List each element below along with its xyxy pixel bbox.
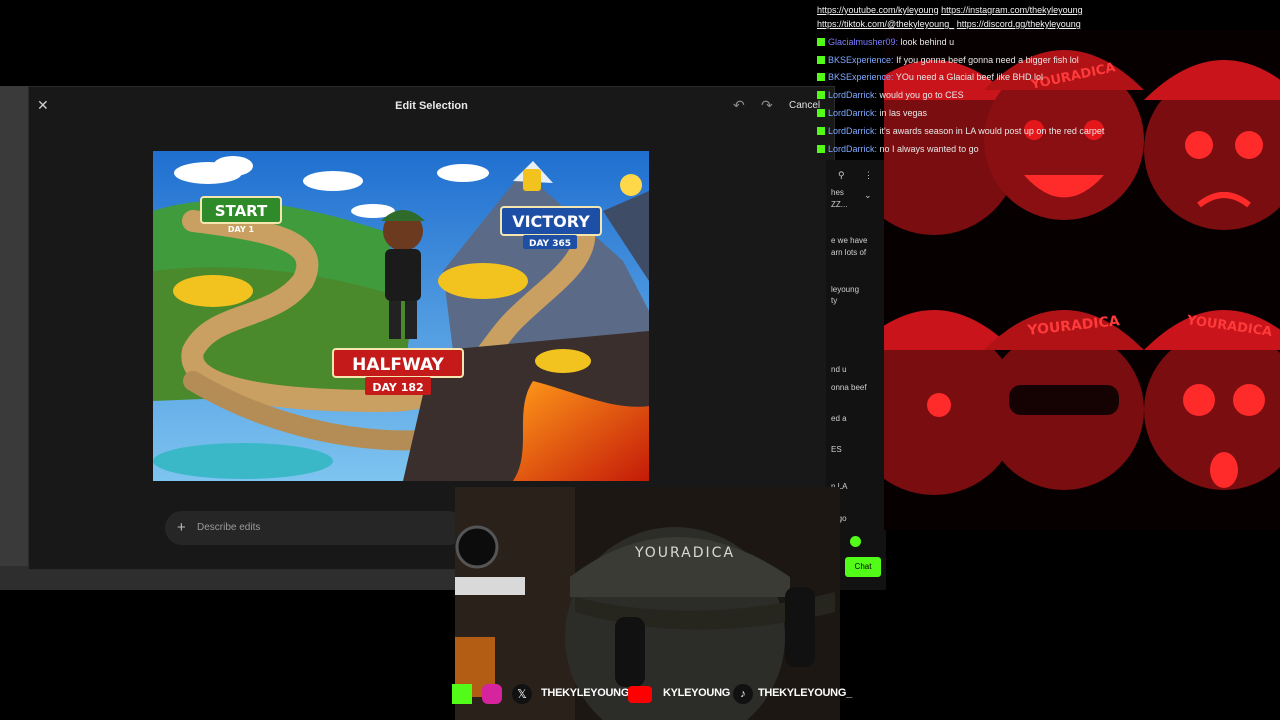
chat-link-row: https://youtube.com/kyleyoung https://in…	[817, 5, 1083, 15]
emote-face	[884, 310, 1280, 495]
kick-badge-icon	[817, 91, 825, 99]
chat-fragment: e we have	[831, 236, 868, 245]
chat-text: YOu need a Glacial beef like BHD lol	[895, 72, 1043, 82]
chat-message: BKSExperience: YOu need a Glacial beef l…	[817, 72, 1043, 82]
chat-fragment: arn lots of	[831, 248, 867, 257]
chat-fragment: ed a	[831, 414, 847, 423]
chat-message: LordDarrick: no I always wanted to go	[817, 144, 979, 154]
chevron-down-icon[interactable]: ⌄	[864, 190, 872, 201]
banner-halfway: HALFWAY	[352, 355, 444, 375]
chat-fragment: ZZ...	[831, 200, 848, 209]
chat-message: LordDarrick: in las vegas	[817, 108, 927, 118]
chat-send-button[interactable]: Chat	[845, 557, 881, 577]
chat-username[interactable]: LordDarrick:	[828, 144, 877, 154]
kick-badge-icon	[817, 109, 825, 117]
chat-text: no I always wanted to go	[879, 144, 979, 154]
edit-image: START DAY 1 VICTORY DAY 365 HALFWAY DAY …	[153, 151, 649, 481]
chat-message: LordDarrick: it's awards season in LA wo…	[817, 126, 1104, 136]
emoji-icon[interactable]	[850, 536, 861, 547]
chat-text: If you gonna beef gonna need a bigger fi…	[896, 55, 1079, 65]
kick-badge-icon	[817, 56, 825, 64]
redo-icon[interactable]: ↷	[761, 97, 773, 114]
kick-badge-icon	[817, 73, 825, 81]
banner-start: START	[215, 202, 268, 220]
chat-text: it's awards season in LA would post up o…	[879, 126, 1105, 136]
chat-fragment: ty	[831, 296, 838, 305]
banner-start-day: DAY 1	[228, 225, 255, 234]
dialog-title: Edit Selection	[395, 100, 468, 112]
chat-username[interactable]: BKSExperience:	[828, 55, 894, 65]
chat-text: look behind u	[900, 37, 955, 47]
chat-link-row: https://tiktok.com/@thekyleyoung_ https:…	[817, 19, 1081, 29]
kick-badge-icon	[817, 38, 825, 46]
chat-fragment: leyoung	[831, 285, 860, 294]
kick-logo-icon	[452, 684, 472, 704]
describe-edits-placeholder: Describe edits	[197, 522, 261, 533]
x-logo-icon: 𝕏	[512, 684, 532, 704]
x-handle: THEKYLEYOUNG	[541, 687, 630, 699]
chat-fragment: ES	[831, 445, 842, 454]
kick-badge-icon	[817, 145, 825, 153]
chat-username[interactable]: LordDarrick:	[828, 108, 877, 118]
chat-username[interactable]: LordDarrick:	[828, 90, 877, 100]
plus-icon[interactable]: +	[177, 519, 186, 536]
chat-text: in las vegas	[879, 108, 928, 118]
youtube-link[interactable]: https://youtube.com/kyleyoung	[817, 5, 939, 15]
chat-fragment: hes	[831, 188, 844, 197]
chat-username[interactable]: BKSExperience:	[828, 72, 894, 82]
chat-text: would you go to CES	[879, 90, 964, 100]
chat-message: BKSExperience: If you gonna beef gonna n…	[817, 55, 1079, 65]
dialog-backdrop	[0, 86, 30, 590]
chat-message: LordDarrick: would you go to CES	[817, 90, 964, 100]
describe-edits-input[interactable]: + Describe edits	[165, 511, 465, 545]
webcam-cap-text: YOURADICA	[634, 545, 735, 561]
tiktok-link[interactable]: https://tiktok.com/@thekyleyoung_	[817, 19, 954, 29]
chat-username[interactable]: LordDarrick:	[828, 126, 877, 136]
chat-message: Glacialmusher09: look behind u	[817, 37, 954, 47]
chat-username[interactable]: Glacialmusher09:	[828, 37, 898, 47]
kick-badge-icon	[817, 127, 825, 135]
social-bar: 𝕏 THEKYLEYOUNG KYLEYOUNG ♪ THEKYLEYOUNG_	[450, 682, 852, 708]
undo-icon[interactable]: ↶	[733, 97, 745, 114]
discord-link[interactable]: https://discord.gg/thekyleyoung	[957, 19, 1081, 29]
chat-fragment: onna beef	[831, 383, 867, 392]
youtube-icon	[628, 686, 652, 703]
youtube-handle: KYLEYOUNG	[663, 687, 730, 699]
instagram-link[interactable]: https://instagram.com/thekyleyoung	[941, 5, 1083, 15]
instagram-icon	[482, 684, 502, 704]
pin-icon[interactable]: ⚲	[838, 170, 845, 181]
more-icon[interactable]: ⋮	[864, 170, 873, 181]
banner-victory-day: DAY 365	[529, 239, 571, 249]
banner-halfway-day: DAY 182	[372, 381, 423, 394]
chat-messages: https://youtube.com/kyleyoung https://in…	[815, 0, 1185, 170]
banner-victory: VICTORY	[512, 212, 590, 231]
tiktok-icon: ♪	[733, 684, 753, 704]
tiktok-handle: THEKYLEYOUNG_	[758, 687, 852, 699]
chat-fragment: nd u	[831, 365, 847, 374]
